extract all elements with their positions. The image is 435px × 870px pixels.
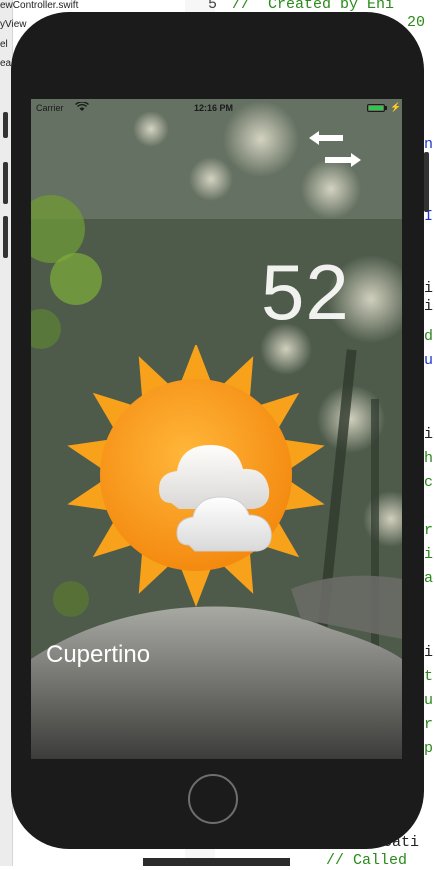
code-fragment: c: [424, 474, 434, 491]
code-fragment: i: [424, 546, 434, 563]
volume-down-button: [3, 216, 8, 258]
file-item[interactable]: yView: [0, 19, 27, 30]
status-bar: Carrier 12:16 PM ⚡: [31, 99, 402, 119]
file-item[interactable]: ewController.swift: [0, 0, 78, 11]
file-item[interactable]: ea: [0, 58, 11, 69]
temperature-label: 52: [261, 248, 350, 336]
file-item[interactable]: el: [0, 39, 8, 50]
home-button[interactable]: [188, 774, 238, 824]
code-comment: // Called: [326, 852, 408, 869]
power-button: [424, 152, 429, 212]
charging-icon: ⚡: [390, 102, 402, 112]
battery-tip: [385, 106, 387, 110]
code-fragment: i: [424, 298, 434, 315]
status-time: 12:16 PM: [194, 103, 234, 113]
battery-icon: [367, 104, 385, 112]
swap-arrows-icon[interactable]: [303, 129, 367, 171]
code-fragment: i: [424, 280, 434, 297]
code-comment: 20: [407, 14, 426, 31]
code-fragment: i: [424, 644, 434, 661]
carrier-label: Carrier: [36, 103, 64, 113]
battery-level: [369, 106, 383, 110]
code-fragment: h: [424, 450, 434, 467]
code-fragment: i: [424, 426, 434, 443]
code-fragment: a: [424, 570, 434, 587]
volume-up-button: [3, 162, 8, 204]
code-fragment: t: [424, 668, 434, 685]
wifi-icon: [75, 102, 89, 111]
app-screen: Carrier 12:16 PM ⚡ 52 Cupertino: [31, 99, 402, 759]
code-fragment: p: [424, 740, 434, 757]
partly-cloudy-sun-icon: [67, 345, 325, 607]
code-fragment: r: [424, 522, 434, 539]
code-fragment: u: [424, 352, 434, 369]
code-fragment: u: [424, 692, 434, 709]
code-fragment: d: [424, 328, 434, 345]
city-label: Cupertino: [46, 641, 151, 668]
editor-tab-bar: [143, 858, 290, 866]
mute-switch: [3, 112, 8, 138]
code-fragment: r: [424, 716, 434, 733]
